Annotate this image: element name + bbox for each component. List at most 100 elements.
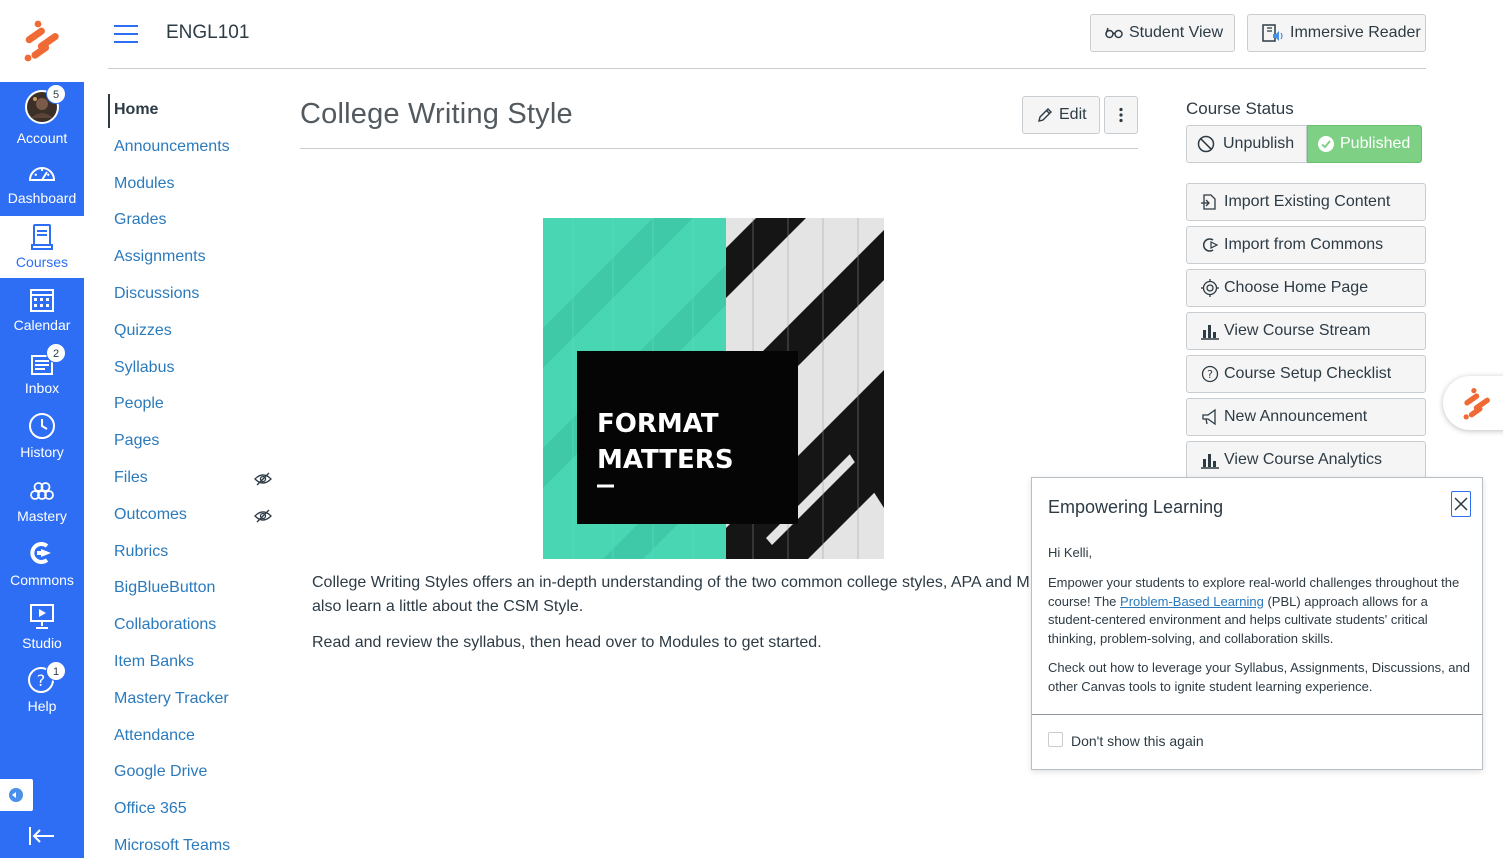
nav-mastery[interactable]: Mastery	[0, 472, 84, 534]
dialog-divider	[1032, 714, 1482, 715]
check-circle-icon	[1318, 136, 1334, 152]
dialog-title: Empowering Learning	[1048, 497, 1224, 517]
nav-label: Mastery	[17, 508, 67, 524]
course-nav-announcements[interactable]: Announcements	[114, 138, 230, 156]
action-label: Import Existing Content	[1224, 193, 1391, 210]
breadcrumb-course[interactable]: ENGL101	[166, 22, 249, 44]
close-icon	[1454, 497, 1468, 511]
nav-studio[interactable]: Studio	[0, 600, 84, 662]
dont-show-checkbox[interactable]	[1048, 732, 1063, 747]
import-icon	[1201, 194, 1216, 210]
nav-dashboard[interactable]: Dashboard	[0, 152, 84, 214]
svg-text:?: ?	[37, 671, 46, 690]
course-nav-files[interactable]: Files	[114, 469, 148, 487]
canvas-logo-icon	[24, 20, 59, 62]
calendar-icon	[30, 289, 54, 312]
pbl-link[interactable]: Problem-Based Learning	[1120, 594, 1264, 609]
course-status-heading: Course Status	[1186, 99, 1294, 118]
course-nav-modules[interactable]: Modules	[114, 175, 174, 193]
course-nav-people[interactable]: People	[114, 395, 164, 413]
nav-courses[interactable]: Courses	[0, 216, 84, 278]
logo[interactable]	[0, 0, 84, 82]
course-nav-bigbluebutton[interactable]: BigBlueButton	[114, 579, 215, 597]
global-nav: 5 Account Dashboard Courses Calendar 2 I…	[0, 0, 84, 858]
bar-chart-icon	[1201, 325, 1219, 340]
course-menu-toggle[interactable]	[114, 25, 138, 43]
course-nav-pages[interactable]: Pages	[114, 432, 159, 450]
import-from-commons-button[interactable]: Import from Commons	[1186, 226, 1426, 264]
course-nav-quizzes[interactable]: Quizzes	[114, 322, 172, 340]
student-view-button[interactable]: Student View	[1090, 14, 1235, 52]
course-setup-checklist-button[interactable]: ? Course Setup Checklist	[1186, 355, 1426, 393]
published-button[interactable]: Published	[1307, 125, 1422, 163]
immersive-reader-button[interactable]: Immersive Reader	[1247, 14, 1426, 52]
course-nav-microsoft-teams[interactable]: Microsoft Teams	[114, 837, 230, 855]
header-divider	[108, 68, 1426, 69]
studio-icon	[30, 604, 54, 629]
nav-label: Dashboard	[7, 190, 77, 206]
nav-account[interactable]: 5 Account	[0, 82, 84, 146]
courses-icon	[31, 224, 53, 250]
pencil-icon	[1038, 108, 1052, 122]
immersive-reader-label: Immersive Reader	[1290, 24, 1421, 41]
course-nav-office-365[interactable]: Office 365	[114, 800, 187, 818]
course-nav-item-banks[interactable]: Item Banks	[114, 653, 194, 671]
question-icon: ?	[1201, 365, 1219, 383]
course-nav-syllabus[interactable]: Syllabus	[114, 359, 174, 377]
assistant-widget[interactable]	[1443, 376, 1503, 430]
edit-button[interactable]: Edit	[1022, 96, 1100, 134]
hero-graphic	[543, 218, 884, 559]
nav-label: Inbox	[24, 380, 60, 396]
inbox-badge: 2	[46, 343, 66, 363]
intro-paragraph-2: Read and review the syllabus, then head …	[312, 634, 822, 651]
course-nav-rubrics[interactable]: Rubrics	[114, 543, 168, 561]
choose-home-page-button[interactable]: Choose Home Page	[1186, 269, 1426, 307]
course-nav-outcomes[interactable]: Outcomes	[114, 506, 187, 524]
unpublish-button[interactable]: Unpublish	[1186, 125, 1307, 163]
course-nav-google-drive[interactable]: Google Drive	[114, 763, 207, 781]
ban-icon	[1197, 135, 1215, 153]
page-title: College Writing Style	[300, 98, 573, 130]
commons-icon	[1203, 238, 1219, 252]
view-course-stream-button[interactable]: View Course Stream	[1186, 312, 1426, 350]
hero-line-2: MATTERS	[597, 445, 734, 475]
course-nav-discussions[interactable]: Discussions	[114, 285, 199, 303]
more-options-button[interactable]	[1104, 96, 1138, 134]
nav-commons[interactable]: Commons	[0, 536, 84, 598]
course-nav-grades[interactable]: Grades	[114, 211, 166, 229]
course-nav-assignments[interactable]: Assignments	[114, 248, 206, 266]
view-course-analytics-button[interactable]: View Course Analytics	[1186, 441, 1426, 479]
course-nav-mastery-tracker[interactable]: Mastery Tracker	[114, 690, 229, 708]
action-label: Course Setup Checklist	[1224, 365, 1392, 382]
course-nav-collaborations[interactable]: Collaborations	[114, 616, 216, 634]
close-button[interactable]	[1451, 491, 1471, 517]
nav-label: History	[20, 444, 64, 460]
intro-paragraph-line-2: also learn a little about the CSM Style.	[312, 598, 584, 615]
unpublish-label: Unpublish	[1223, 135, 1295, 152]
nav-inbox[interactable]: 2 Inbox	[0, 343, 84, 406]
dialog-paragraph-1: Empower your students to explore real-wo…	[1048, 574, 1472, 648]
clock-icon	[29, 413, 55, 439]
nav-history[interactable]: History	[0, 408, 84, 470]
hero-line-1: FORMAT	[597, 409, 719, 439]
course-nav-home[interactable]: Home	[114, 101, 158, 119]
extension-widget[interactable]	[0, 779, 33, 811]
megaphone-icon	[1202, 408, 1216, 426]
action-label: New Announcement	[1224, 408, 1368, 425]
empowering-learning-dialog: Empowering Learning Hi Kelli, Empower yo…	[1031, 477, 1483, 770]
bar-chart-icon	[1201, 454, 1219, 469]
new-announcement-button[interactable]: New Announcement	[1186, 398, 1426, 436]
nav-help[interactable]: ? 1 Help	[0, 661, 84, 726]
edit-label: Edit	[1059, 106, 1087, 123]
collapse-nav-icon[interactable]	[28, 825, 56, 847]
course-nav-attendance[interactable]: Attendance	[114, 727, 195, 745]
intro-paragraph-line-1: College Writing Styles offers an in-dept…	[312, 574, 1039, 591]
hidden-eye-icon	[254, 472, 272, 486]
nav-label: Help	[27, 698, 57, 714]
nav-label: Commons	[10, 572, 74, 588]
dont-show-label[interactable]: Don't show this again	[1071, 733, 1204, 749]
nav-label: Calendar	[13, 317, 71, 333]
nav-calendar[interactable]: Calendar	[0, 280, 84, 342]
hidden-eye-icon	[254, 509, 272, 523]
import-existing-content-button[interactable]: Import Existing Content	[1186, 183, 1426, 221]
